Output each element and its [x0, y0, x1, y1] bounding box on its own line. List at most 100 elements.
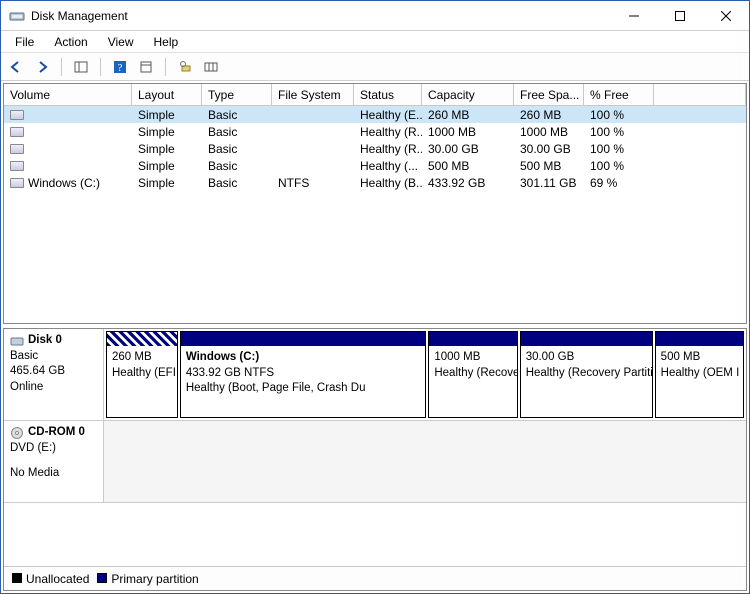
- volume-list-body[interactable]: SimpleBasicHealthy (E...260 MB260 MB100 …: [4, 106, 746, 323]
- legend-unallocated-label: Unallocated: [26, 572, 89, 586]
- menu-view[interactable]: View: [98, 33, 144, 51]
- columns-icon[interactable]: [200, 56, 222, 78]
- toolbar: ?: [1, 53, 749, 81]
- menu-file[interactable]: File: [5, 33, 44, 51]
- col-layout[interactable]: Layout: [132, 84, 202, 106]
- volume-list: Volume Layout Type File System Status Ca…: [3, 83, 747, 324]
- partition-text: Windows (C:)433.92 GB NTFSHealthy (Boot,…: [181, 346, 426, 401]
- volume-cell: 500 MB: [422, 157, 514, 174]
- minimize-button[interactable]: [611, 1, 657, 31]
- partition-bar: [181, 332, 426, 346]
- menu-action[interactable]: Action: [44, 33, 97, 51]
- partition-size: 30.00 GB: [526, 350, 647, 366]
- titlebar: Disk Management: [1, 1, 749, 31]
- volume-cell: [654, 106, 746, 123]
- volume-list-header: Volume Layout Type File System Status Ca…: [4, 84, 746, 106]
- disk-label-line: DVD (E:): [10, 441, 97, 457]
- volume-cell: 500 MB: [514, 157, 584, 174]
- volume-row[interactable]: SimpleBasicHealthy (...500 MB500 MB100 %: [4, 157, 746, 174]
- volume-cell: Windows (C:): [4, 174, 132, 191]
- back-icon[interactable]: [5, 56, 27, 78]
- volume-cell: [654, 157, 746, 174]
- partition-name: Windows (C:): [186, 350, 421, 366]
- help-icon[interactable]: ?: [109, 56, 131, 78]
- menubar: File Action View Help: [1, 31, 749, 53]
- volume-cell: 100 %: [584, 106, 654, 123]
- toolbar-separator: [165, 58, 166, 76]
- disk-name: CD-ROM 0: [10, 425, 97, 441]
- volume-icon: [10, 144, 24, 154]
- partition-text: 1000 MBHealthy (Recove: [429, 346, 516, 385]
- panes-icon[interactable]: [70, 56, 92, 78]
- volume-cell: Simple: [132, 140, 202, 157]
- disk-label[interactable]: Disk 0Basic465.64 GBOnline: [4, 329, 104, 420]
- col-extra[interactable]: [654, 84, 746, 106]
- disk-map: Disk 0Basic465.64 GBOnline260 MBHealthy …: [3, 328, 747, 591]
- volume-cell: 100 %: [584, 140, 654, 157]
- col-volume[interactable]: Volume: [4, 84, 132, 106]
- legend-primary: Primary partition: [97, 572, 198, 586]
- close-button[interactable]: [703, 1, 749, 31]
- partition[interactable]: 1000 MBHealthy (Recove: [428, 331, 517, 418]
- partition[interactable]: 260 MBHealthy (EFI: [106, 331, 178, 418]
- col-pctfree[interactable]: % Free: [584, 84, 654, 106]
- volume-row[interactable]: SimpleBasicHealthy (E...260 MB260 MB100 …: [4, 106, 746, 123]
- volume-cell: Basic: [202, 174, 272, 191]
- refresh-icon[interactable]: [174, 56, 196, 78]
- disk-row[interactable]: CD-ROM 0DVD (E:) No Media: [4, 421, 746, 503]
- partition-bar: [521, 332, 652, 346]
- volume-cell: 30.00 GB: [514, 140, 584, 157]
- partition-size: 1000 MB: [434, 350, 511, 366]
- disk-row[interactable]: Disk 0Basic465.64 GBOnline260 MBHealthy …: [4, 329, 746, 421]
- volume-row[interactable]: Windows (C:)SimpleBasicNTFSHealthy (B...…: [4, 174, 746, 191]
- partition[interactable]: Windows (C:)433.92 GB NTFSHealthy (Boot,…: [180, 331, 427, 418]
- partition-size: 260 MB: [112, 350, 172, 366]
- primary-swatch-icon: [97, 573, 107, 583]
- partition-bar: [656, 332, 743, 346]
- volume-icon: [10, 161, 24, 171]
- volume-cell: Healthy (B...: [354, 174, 422, 191]
- legend-unallocated: Unallocated: [12, 572, 89, 586]
- disk-name: Disk 0: [10, 333, 97, 349]
- col-freespace[interactable]: Free Spa...: [514, 84, 584, 106]
- col-capacity[interactable]: Capacity: [422, 84, 514, 106]
- disk-partitions: [104, 421, 746, 502]
- volume-cell: Basic: [202, 123, 272, 140]
- volume-row[interactable]: SimpleBasicHealthy (R...1000 MB1000 MB10…: [4, 123, 746, 140]
- volume-cell: Healthy (R...: [354, 123, 422, 140]
- partition-status: Healthy (Boot, Page File, Crash Du: [186, 381, 421, 397]
- volume-cell: Healthy (E...: [354, 106, 422, 123]
- volume-cell: 1000 MB: [514, 123, 584, 140]
- volume-cell: 433.92 GB: [422, 174, 514, 191]
- properties-icon[interactable]: [135, 56, 157, 78]
- partition-bar: [429, 332, 516, 346]
- partition-bar: [107, 332, 177, 346]
- col-type[interactable]: Type: [202, 84, 272, 106]
- volume-cell: [272, 140, 354, 157]
- menu-help[interactable]: Help: [144, 33, 189, 51]
- disk-map-canvas[interactable]: Disk 0Basic465.64 GBOnline260 MBHealthy …: [4, 329, 746, 566]
- volume-row[interactable]: SimpleBasicHealthy (R...30.00 GB30.00 GB…: [4, 140, 746, 157]
- volume-cell: 100 %: [584, 123, 654, 140]
- maximize-button[interactable]: [657, 1, 703, 31]
- col-status[interactable]: Status: [354, 84, 422, 106]
- volume-cell: Basic: [202, 157, 272, 174]
- volume-cell: 100 %: [584, 157, 654, 174]
- volume-cell: [4, 123, 132, 140]
- disk-label[interactable]: CD-ROM 0DVD (E:) No Media: [4, 421, 104, 502]
- volume-cell: [654, 140, 746, 157]
- volume-cell: [4, 157, 132, 174]
- window-title: Disk Management: [31, 9, 611, 23]
- legend-primary-label: Primary partition: [111, 572, 198, 586]
- partition-status: Healthy (Recove: [434, 366, 511, 382]
- partition[interactable]: 500 MBHealthy (OEM I: [655, 331, 744, 418]
- toolbar-separator: [61, 58, 62, 76]
- partition[interactable]: 30.00 GBHealthy (Recovery Partitio: [520, 331, 653, 418]
- volume-cell: 69 %: [584, 174, 654, 191]
- disk-label-line: No Media: [10, 466, 97, 482]
- partition-status: Healthy (EFI: [112, 366, 172, 382]
- disk-partitions: 260 MBHealthy (EFIWindows (C:)433.92 GB …: [104, 329, 746, 420]
- volume-cell: [272, 123, 354, 140]
- forward-icon[interactable]: [31, 56, 53, 78]
- col-filesystem[interactable]: File System: [272, 84, 354, 106]
